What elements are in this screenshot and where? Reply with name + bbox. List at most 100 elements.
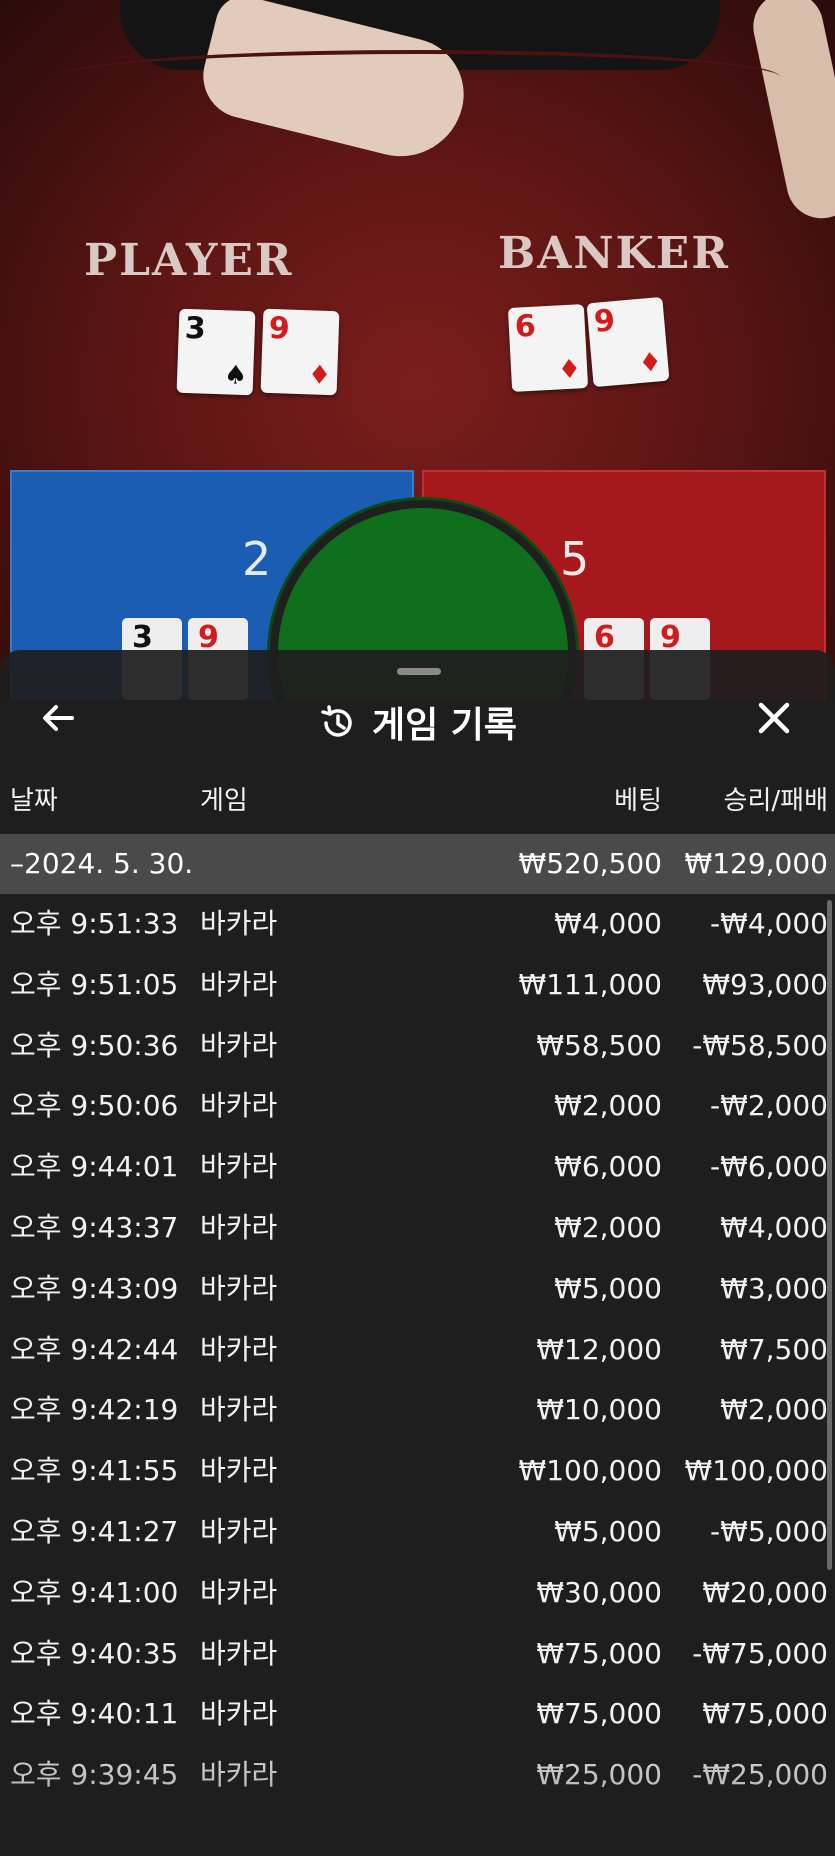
history-row[interactable]: 오후 9:50:06 바카라 ₩2,000 -₩2,000 <box>0 1076 835 1137</box>
row-game: 바카라 <box>200 907 278 940</box>
row-game: 바카라 <box>200 1454 278 1488</box>
history-row[interactable]: 오후 9:43:37 바카라 ₩2,000 ₩4,000 <box>0 1198 835 1259</box>
row-bet: ₩10,000 <box>536 1393 662 1427</box>
row-game: 바카라 <box>200 1393 278 1427</box>
row-result: -₩25,000 <box>692 1758 828 1792</box>
row-result: ₩2,000 <box>720 1393 828 1427</box>
row-game: 바카라 <box>200 1697 278 1731</box>
row-time: 오후 9:42:19 <box>10 1393 179 1427</box>
row-bet: ₩5,000 <box>554 1514 662 1548</box>
row-bet: ₩111,000 <box>518 967 662 1001</box>
row-time: 오후 9:51:33 <box>10 907 179 940</box>
row-time: 오후 9:40:35 <box>10 1636 179 1670</box>
column-headers: 날짜 게임 베팅 승리/패배 <box>0 780 835 816</box>
player-felt-label: PLAYER <box>84 235 294 286</box>
row-result: -₩4,000 <box>710 907 828 940</box>
history-icon <box>318 703 358 752</box>
row-game: 바카라 <box>200 1514 278 1548</box>
row-time: 오후 9:39:45 <box>10 1758 179 1792</box>
row-bet: ₩2,000 <box>554 1210 662 1244</box>
history-list: 오후 9:51:33 바카라 ₩4,000 -₩4,000 오후 9:51:05 바카라 ₩… <box>0 894 835 1806</box>
row-bet: ₩25,000 <box>536 1758 662 1792</box>
player-card: 3 ♠ <box>176 308 256 396</box>
row-time: 오후 9:43:09 <box>10 1271 179 1305</box>
row-result: ₩75,000 <box>702 1697 828 1731</box>
history-row[interactable]: 오후 9:44:01 바카라 ₩6,000 -₩6,000 <box>0 1137 835 1198</box>
row-result: ₩100,000 <box>684 1454 828 1488</box>
date-group-date: –2024. 5. 30. <box>10 847 194 880</box>
live-table-video: PLAYER BANKER 3 ♠ 9 ♦ 6 ♦ 9 ♦ 2 5 3 9 6 9 <box>0 0 835 700</box>
row-time: 오후 9:42:44 <box>10 1332 179 1366</box>
row-result: -₩5,000 <box>710 1514 828 1548</box>
history-row[interactable]: 오후 9:42:44 바카라 ₩12,000 ₩7,500 <box>0 1320 835 1381</box>
history-row[interactable]: 오후 9:51:33 바카라 ₩4,000 -₩4,000 <box>0 894 835 955</box>
close-button[interactable] <box>749 696 799 746</box>
row-game: 바카라 <box>200 1028 278 1062</box>
player-card: 9 ♦ <box>260 308 340 396</box>
row-bet: ₩4,000 <box>554 907 662 940</box>
row-game: 바카라 <box>200 1150 278 1184</box>
history-row[interactable]: 오후 9:42:19 바카라 ₩10,000 ₩2,000 <box>0 1380 835 1441</box>
history-row[interactable]: 오후 9:41:55 바카라 ₩100,000 ₩100,000 <box>0 1441 835 1502</box>
row-time: 오후 9:40:11 <box>10 1697 179 1731</box>
row-bet: ₩75,000 <box>536 1636 662 1670</box>
player-score: 2 <box>242 532 272 586</box>
row-time: 오후 9:44:01 <box>10 1150 179 1184</box>
banker-score: 5 <box>560 532 590 586</box>
close-icon <box>758 702 790 734</box>
dealer-arm <box>746 0 835 225</box>
history-row[interactable]: 오후 9:40:11 바카라 ₩75,000 ₩75,000 <box>0 1684 835 1745</box>
row-bet: ₩75,000 <box>536 1697 662 1731</box>
row-result: -₩6,000 <box>710 1150 828 1184</box>
column-date: 날짜 <box>10 786 58 816</box>
row-result: ₩93,000 <box>702 967 828 1001</box>
row-game: 바카라 <box>200 1636 278 1670</box>
history-row[interactable]: 오후 9:50:36 바카라 ₩58,500 -₩58,500 <box>0 1016 835 1077</box>
row-time: 오후 9:51:05 <box>10 967 179 1001</box>
row-result: ₩4,000 <box>720 1210 828 1244</box>
row-time: 오후 9:50:06 <box>10 1089 179 1123</box>
row-bet: ₩6,000 <box>554 1150 662 1184</box>
drag-handle[interactable] <box>397 668 441 675</box>
history-row[interactable]: 오후 9:51:05 바카라 ₩111,000 ₩93,000 <box>0 955 835 1016</box>
row-game: 바카라 <box>200 1089 278 1123</box>
row-time: 오후 9:50:36 <box>10 1028 179 1062</box>
row-game: 바카라 <box>200 1575 278 1609</box>
date-group-bet-total: ₩520,500 <box>518 847 662 880</box>
row-time: 오후 9:43:37 <box>10 1210 179 1244</box>
table-edge <box>60 50 780 104</box>
history-row[interactable]: 오후 9:41:00 바카라 ₩30,000 ₩20,000 <box>0 1563 835 1624</box>
history-row[interactable]: 오후 9:40:35 바카라 ₩75,000 -₩75,000 <box>0 1624 835 1685</box>
row-bet: ₩100,000 <box>518 1454 662 1488</box>
row-time: 오후 9:41:27 <box>10 1514 179 1548</box>
row-result: -₩58,500 <box>692 1028 828 1062</box>
date-group-row[interactable]: –2024. 5. 30. ₩520,500 ₩129,000 <box>0 834 835 894</box>
banker-card: 6 ♦ <box>507 304 589 392</box>
column-result: 승리/패배 <box>723 786 828 816</box>
row-game: 바카라 <box>200 967 278 1001</box>
column-game: 게임 <box>200 786 248 816</box>
row-result: -₩75,000 <box>692 1636 828 1670</box>
banker-felt-label: BANKER <box>498 228 730 279</box>
row-bet: ₩12,000 <box>536 1332 662 1366</box>
sheet-header: 게임 기록 <box>0 696 835 752</box>
row-result: ₩7,500 <box>720 1332 828 1366</box>
date-group-result-total: ₩129,000 <box>684 847 828 880</box>
row-bet: ₩30,000 <box>536 1575 662 1609</box>
row-result: ₩3,000 <box>720 1271 828 1305</box>
scrollbar[interactable] <box>827 900 832 1570</box>
sheet-title: 게임 기록 <box>371 705 517 746</box>
history-row[interactable]: 오후 9:41:27 바카라 ₩5,000 -₩5,000 <box>0 1502 835 1563</box>
row-bet: ₩2,000 <box>554 1089 662 1123</box>
row-game: 바카라 <box>200 1271 278 1305</box>
history-row[interactable]: 오후 9:39:45 바카라 ₩25,000 -₩25,000 <box>0 1745 835 1806</box>
row-result: -₩2,000 <box>710 1089 828 1123</box>
column-bet: 베팅 <box>614 786 662 816</box>
row-game: 바카라 <box>200 1758 278 1792</box>
history-row[interactable]: 오후 9:43:09 바카라 ₩5,000 ₩3,000 <box>0 1259 835 1320</box>
row-bet: ₩5,000 <box>554 1271 662 1305</box>
row-result: ₩20,000 <box>702 1575 828 1609</box>
row-game: 바카라 <box>200 1332 278 1366</box>
banker-card: 9 ♦ <box>586 296 670 388</box>
row-bet: ₩58,500 <box>536 1028 662 1062</box>
